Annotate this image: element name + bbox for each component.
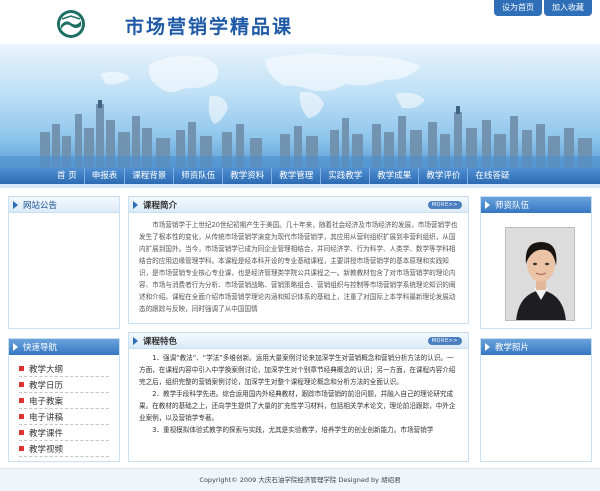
arrow-icon (13, 343, 18, 351)
arrow-icon (13, 200, 18, 209)
nav-item-home[interactable]: 首 页 (50, 168, 85, 184)
nav-item-practice[interactable]: 实践教学 (321, 168, 371, 184)
quicknav-title: 快速导航 (23, 343, 58, 353)
bullet-icon (19, 446, 24, 451)
site-title: 市场营销学精品课 (125, 16, 294, 38)
nav-item-evaluation[interactable]: 教学评价 (419, 168, 469, 184)
site-header: 市场营销学精品课 设为首页 加入收藏 (0, 0, 600, 44)
feature-paragraph: 1．强调“教法”、“学法”多维创新。运用大量案例讨论来加深学生对营销概念和营销分… (139, 354, 456, 386)
bullet-icon (19, 430, 24, 435)
announcement-title: 网站公告 (23, 200, 58, 211)
school-logo-icon (57, 10, 85, 38)
photo-panel-title: 教学照片 (495, 343, 530, 353)
quicknav-item-calendar[interactable]: 教学日历 (19, 377, 109, 393)
bullet-icon (19, 366, 24, 371)
portrait-image (506, 228, 574, 320)
intro-more-button[interactable]: MORE>> (427, 201, 462, 209)
bullet-icon (19, 382, 24, 387)
intro-title: 课程简介 (143, 200, 178, 211)
add-favorites-link[interactable]: 加入收藏 (544, 0, 592, 16)
nav-item-materials[interactable]: 教学资料 (223, 168, 273, 184)
photo-panel: 教学照片 (480, 338, 592, 462)
faculty-title: 师资队伍 (495, 201, 530, 211)
quicknav-item-lesson-plans[interactable]: 电子教案 (19, 393, 109, 409)
copyright-text: Copyright© 2009 大庆石油学院经济管理学院 Designed by… (199, 476, 401, 484)
features-title: 课程特色 (143, 336, 178, 347)
arrow-icon (485, 201, 490, 209)
nav-item-achievements[interactable]: 教学成果 (370, 168, 420, 184)
banner-cityscape-image (0, 44, 600, 168)
faculty-photo[interactable] (505, 227, 575, 321)
main-nav: 首 页 申报表 课程背景 师资队伍 教学资料 教学管理 实践教学 教学成果 教学… (0, 168, 600, 184)
quicknav-item-courseware[interactable]: 教学课件 (19, 425, 109, 441)
features-text: 1．强调“教法”、“学法”多维创新。运用大量案例讨论来加深学生对营销概念和营销分… (129, 349, 468, 459)
nav-item-management[interactable]: 教学管理 (272, 168, 322, 184)
announcement-panel: 网站公告 (8, 196, 120, 329)
top-links: 设为首页 加入收藏 (494, 0, 592, 16)
bullet-icon (19, 414, 24, 419)
world-map-graphic (100, 53, 425, 124)
feature-paragraph: 3．重视模拟体验式教学的探索与实践，尤其是实验教学，培养学生的创业创新能力。市场… (152, 426, 434, 434)
nav-item-faculty[interactable]: 师资队伍 (174, 168, 224, 184)
course-intro-panel: 课程简介 MORE>> 市场营销学于上世纪20世纪初期产生于美国。几十年来，随着… (128, 196, 469, 324)
site-footer: Copyright© 2009 大庆石油学院经济管理学院 Designed by… (0, 468, 600, 491)
bullet-icon (19, 398, 24, 403)
nav-item-qa[interactable]: 在线答疑 (468, 168, 516, 184)
features-more-button[interactable]: MORE>> (427, 337, 462, 345)
arrow-icon (133, 336, 138, 345)
quicknav-item-syllabus[interactable]: 教学大纲 (19, 361, 109, 377)
feature-paragraph: 2．教学手段科学先进。综合运用国内外经典教材，跟踪市场营销的前沿问题，并融入自己… (139, 390, 456, 422)
course-features-panel: 课程特色 MORE>> 1．强调“教法”、“学法”多维创新。运用大量案例讨论来加… (128, 332, 469, 462)
quicknav-list: 教学大纲 教学日历 电子教案 电子讲稿 教学课件 教学视频 (9, 357, 119, 461)
quicknav-item-lecture-notes[interactable]: 电子讲稿 (19, 409, 109, 425)
arrow-icon (133, 200, 138, 209)
nav-item-background[interactable]: 课程背景 (125, 168, 175, 184)
arrow-icon (485, 343, 490, 351)
quicknav-panel: 快速导航 教学大纲 教学日历 电子教案 电子讲稿 教学课件 教学视频 (8, 338, 120, 462)
nav-divider (0, 184, 600, 188)
set-homepage-link[interactable]: 设为首页 (494, 0, 542, 16)
intro-text: 市场营销学于上世纪20世纪初期产生于美国。几十年来，随着社会经济及市场经济的发展… (139, 221, 458, 313)
quicknav-item-videos[interactable]: 教学视频 (19, 441, 109, 457)
nav-item-application[interactable]: 申报表 (85, 168, 126, 184)
